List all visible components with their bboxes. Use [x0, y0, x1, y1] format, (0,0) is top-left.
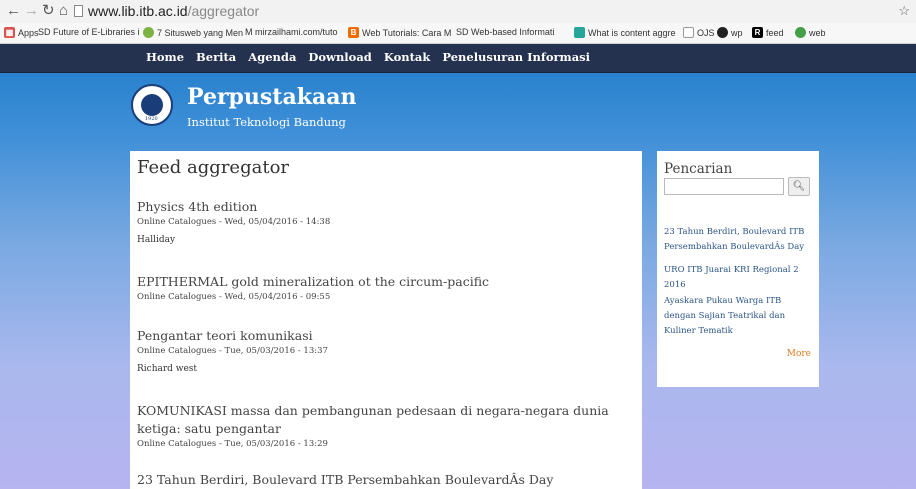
bookmark-ojs[interactable]: OJS — [683, 27, 715, 38]
feed-item-meta: Online Catalogues - Wed, 05/04/2016 - 09… — [137, 292, 331, 302]
site-icon — [143, 27, 154, 38]
page-icon — [74, 5, 83, 17]
feed-item-title[interactable]: Pengantar teori komunikasi — [137, 327, 632, 345]
logo-year: 1920 — [145, 116, 158, 122]
url-path: /aggregator — [187, 3, 260, 19]
feed-item: EPITHERMAL gold mineralization ot the ci… — [137, 273, 632, 302]
search-input[interactable] — [664, 178, 784, 195]
feed-item-title[interactable]: 23 Tahun Berdiri, Boulevard ITB Persemba… — [137, 471, 632, 489]
url-host: www.lib.itb.ac.id — [88, 3, 188, 19]
news-link[interactable]: 23 Tahun Berdiri, Boulevard ITB Persemba… — [664, 225, 814, 255]
nav-penelusuran-informasi[interactable]: Penelusuran Informasi — [442, 50, 590, 64]
sidebar-title: Pencarian — [664, 161, 733, 177]
itb-logo[interactable]: 1920 — [131, 84, 173, 126]
feed-item: 23 Tahun Berdiri, Boulevard ITB Persemba… — [137, 471, 632, 489]
blogger-icon: B — [348, 27, 359, 38]
logo-emblem — [141, 94, 163, 116]
feed-item-description: Halliday — [137, 235, 176, 245]
bookmark-mirzailhami[interactable]: M mirzailhami.com/tuto — [245, 27, 338, 37]
back-icon[interactable]: ← — [6, 2, 21, 20]
search-icon: 🔍︎ — [792, 181, 806, 192]
wp-icon — [717, 27, 728, 38]
bookmark-future-e-libraries[interactable]: SD Future of E-Libraries i — [38, 27, 140, 37]
rss-icon: R — [752, 27, 763, 38]
top-navigation: Home Berita Agenda Download Kontak Penel… — [0, 44, 916, 73]
search-button[interactable]: 🔍︎ — [788, 177, 810, 196]
bookmark-wp[interactable]: wp — [717, 27, 743, 38]
nav-berita[interactable]: Berita — [196, 50, 236, 64]
feed-item-meta: Online Catalogues - Tue, 05/03/2016 - 13… — [137, 346, 328, 356]
site-subtitle: Institut Teknologi Bandung — [187, 115, 346, 129]
nav-home[interactable]: Home — [146, 50, 184, 64]
bookmark-web-tutorials[interactable]: B Web Tutorials: Cara M — [348, 27, 451, 38]
sidebar-search-block: Pencarian 🔍︎ 23 Tahun Berdiri, Boulevard… — [657, 151, 819, 387]
main-content: Feed aggregator Physics 4th edition Onli… — [130, 151, 642, 489]
home-icon[interactable]: ⌂ — [59, 2, 68, 20]
bookmark-feed[interactable]: Rfeed — [752, 27, 784, 38]
page-icon — [683, 27, 694, 38]
forward-icon[interactable]: → — [24, 2, 39, 20]
apps-icon: ▦ — [4, 27, 15, 38]
bookmarks-bar: ▦ Apps SD Future of E-Libraries i 7 Situs… — [0, 23, 916, 44]
nav-download[interactable]: Download — [308, 50, 371, 64]
bookmark-web[interactable]: web — [795, 27, 826, 38]
nav-agenda[interactable]: Agenda — [248, 50, 296, 64]
site-icon — [574, 27, 585, 38]
bookmark-web-based-info[interactable]: SD Web-based Informati — [456, 27, 554, 37]
address-bar[interactable]: www.lib.itb.ac.id/aggregator — [88, 2, 259, 20]
feed-item-description: Richard west — [137, 364, 198, 374]
feed-item-meta: Online Catalogues - Tue, 05/03/2016 - 13… — [137, 439, 328, 449]
feed-item-title[interactable]: EPITHERMAL gold mineralization ot the ci… — [137, 273, 632, 291]
news-link[interactable]: Ayaskara Pukau Warga ITB dengan Sajian T… — [664, 294, 814, 339]
page-title: Feed aggregator — [137, 157, 290, 178]
bookmark-situsweb[interactable]: 7 Situsweb yang Men — [143, 27, 243, 38]
browser-toolbar: ← → ↻ ⌂ www.lib.itb.ac.id/aggregator ☆ — [0, 0, 916, 24]
bookmark-apps[interactable]: ▦ Apps — [4, 27, 39, 38]
feed-item: Pengantar teori komunikasi Online Catalo… — [137, 327, 632, 374]
feed-item: KOMUNIKASI massa dan pembangunan pedesaa… — [137, 402, 632, 449]
reload-icon[interactable]: ↻ — [42, 2, 55, 20]
more-link[interactable]: More — [787, 349, 811, 359]
bookmark-content-aggregator[interactable]: What is content aggre — [574, 27, 676, 38]
bookmark-star-icon[interactable]: ☆ — [898, 3, 910, 19]
wordpress-icon — [795, 27, 806, 38]
nav-kontak[interactable]: Kontak — [384, 50, 431, 64]
news-link[interactable]: URO ITB Juarai KRI Regional 2 2016 — [664, 263, 814, 293]
feed-item-meta: Online Catalogues - Wed, 05/04/2016 - 14… — [137, 217, 331, 227]
site-title[interactable]: Perpustakaan — [187, 84, 356, 110]
site-page: Home Berita Agenda Download Kontak Penel… — [0, 44, 916, 489]
feed-item: Physics 4th edition Online Catalogues - … — [137, 198, 632, 245]
feed-item-title[interactable]: KOMUNIKASI massa dan pembangunan pedesaa… — [137, 402, 632, 438]
feed-item-title[interactable]: Physics 4th edition — [137, 198, 632, 216]
